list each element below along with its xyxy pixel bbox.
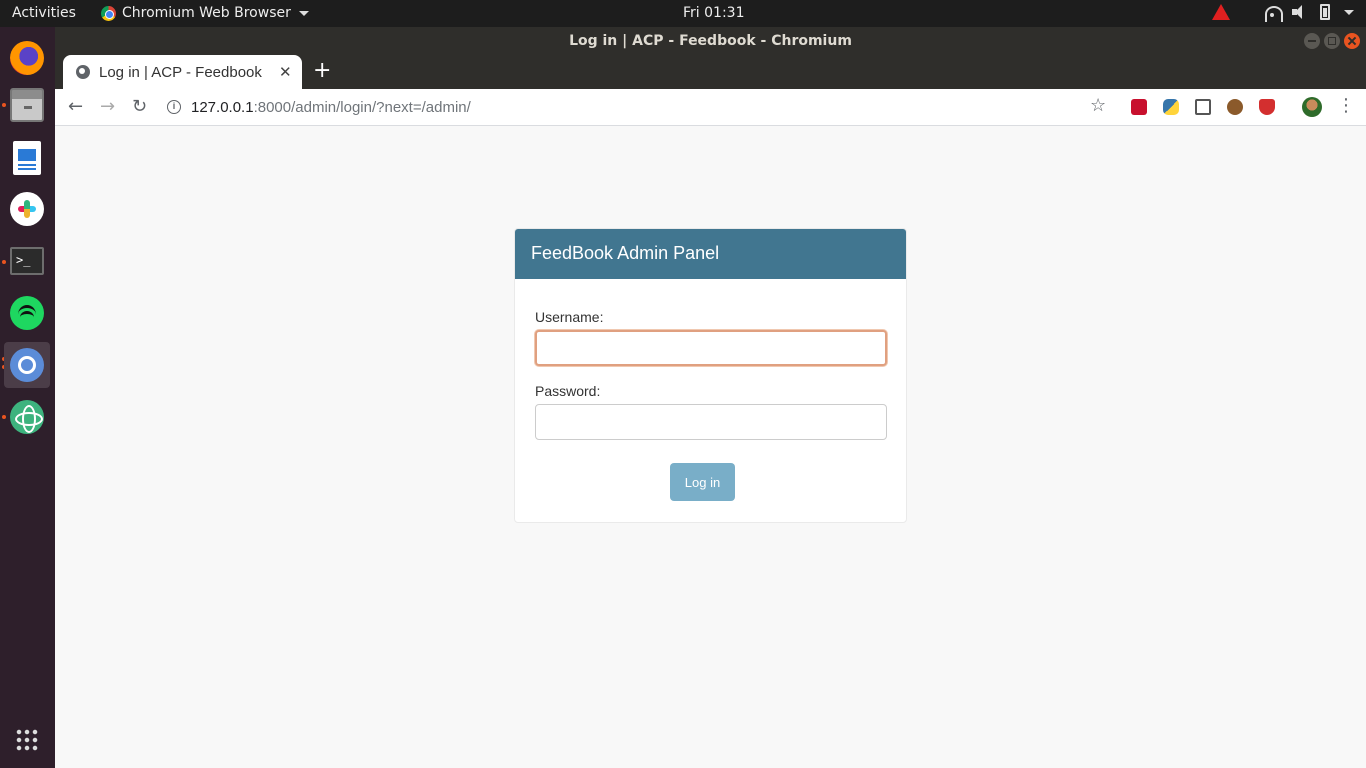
close-tab-icon[interactable]: ✕ xyxy=(279,63,292,81)
cookie-extension-icon[interactable] xyxy=(1227,99,1243,115)
app-menu-label: Chromium Web Browser xyxy=(122,5,291,21)
system-tray[interactable] xyxy=(1212,4,1354,22)
dock: >_ xyxy=(0,27,55,768)
atom-icon xyxy=(10,400,44,434)
dock-slack[interactable] xyxy=(4,186,50,232)
warning-icon[interactable] xyxy=(1212,4,1230,20)
minimize-button[interactable] xyxy=(1304,33,1320,49)
browser-menu-icon[interactable]: ⋮ xyxy=(1337,95,1355,116)
username-input[interactable] xyxy=(535,330,887,366)
firefox-icon xyxy=(10,41,44,75)
dock-spotify[interactable] xyxy=(4,290,50,336)
chromium-icon xyxy=(10,348,44,382)
site-info-icon[interactable]: i xyxy=(167,100,181,114)
caret-down-icon xyxy=(298,10,309,16)
password-input[interactable] xyxy=(535,404,887,440)
python-extension-icon[interactable] xyxy=(1163,99,1179,115)
tab-title: Log in | ACP - Feedbook xyxy=(99,63,262,81)
app-menu[interactable]: Chromium Web Browser xyxy=(101,5,309,21)
new-tab-button[interactable]: + xyxy=(313,59,331,83)
show-applications-icon xyxy=(15,728,39,752)
dock-chromium[interactable] xyxy=(4,342,50,388)
show-applications-button[interactable] xyxy=(4,717,50,763)
files-icon xyxy=(10,88,44,122)
dock-atom[interactable] xyxy=(4,394,50,440)
close-window-button[interactable] xyxy=(1344,33,1360,49)
dock-terminal[interactable]: >_ xyxy=(4,238,50,284)
address-bar[interactable]: i 127.0.0.1 :8000/admin/login/?next=/adm… xyxy=(167,93,1117,121)
spotify-icon xyxy=(10,296,44,330)
maximize-button[interactable] xyxy=(1324,33,1340,49)
page-content: FeedBook Admin Panel Username: Password:… xyxy=(55,126,1366,768)
forward-button[interactable]: → xyxy=(100,96,115,117)
login-header: FeedBook Admin Panel xyxy=(515,229,906,279)
screenshot-extension-icon[interactable] xyxy=(1195,99,1211,115)
wifi-icon[interactable] xyxy=(1264,5,1283,22)
volume-icon[interactable] xyxy=(1292,5,1308,19)
tab-strip: Log in | ACP - Feedbook ✕ + xyxy=(55,55,1366,89)
url-host: 127.0.0.1 xyxy=(191,98,254,116)
reload-button[interactable]: ↻ xyxy=(132,96,147,117)
login-button[interactable]: Log in xyxy=(670,463,735,501)
window-title: Log in | ACP - Feedbook - Chromium xyxy=(569,33,852,49)
tab-login[interactable]: Log in | ACP - Feedbook ✕ xyxy=(63,55,302,89)
browser-toolbar: ← → ↻ i 127.0.0.1 :8000/admin/login/?nex… xyxy=(55,89,1366,126)
system-menu-caret-icon[interactable] xyxy=(1344,9,1354,15)
terminal-icon: >_ xyxy=(10,247,44,275)
dock-files[interactable] xyxy=(4,82,50,128)
url-path: :8000/admin/login/?next=/admin/ xyxy=(253,98,471,116)
globe-icon xyxy=(76,65,90,79)
dock-firefox[interactable] xyxy=(4,35,50,81)
bookmark-star-icon[interactable]: ☆ xyxy=(1090,95,1106,116)
libreoffice-writer-icon xyxy=(13,141,41,175)
battery-icon[interactable] xyxy=(1320,4,1330,20)
activities-button[interactable]: Activities xyxy=(12,5,76,21)
window-controls xyxy=(1304,33,1360,49)
slack-icon xyxy=(10,192,44,226)
clock[interactable]: Fri 01:31 xyxy=(683,5,744,21)
browser-window: Log in | ACP - Feedbook - Chromium Log i… xyxy=(55,27,1366,768)
login-form: FeedBook Admin Panel Username: Password:… xyxy=(514,228,907,523)
username-label: Username: xyxy=(535,309,604,325)
back-button[interactable]: ← xyxy=(68,96,83,117)
profile-avatar[interactable] xyxy=(1302,97,1322,117)
dock-writer[interactable] xyxy=(4,135,50,181)
extension-red-icon[interactable] xyxy=(1131,99,1147,115)
shield-extension-icon[interactable] xyxy=(1259,99,1275,115)
chromium-small-icon xyxy=(101,5,116,21)
system-top-bar: Activities Chromium Web Browser Fri 01:3… xyxy=(0,0,1366,27)
window-titlebar[interactable]: Log in | ACP - Feedbook - Chromium xyxy=(55,27,1366,55)
password-label: Password: xyxy=(535,383,601,399)
